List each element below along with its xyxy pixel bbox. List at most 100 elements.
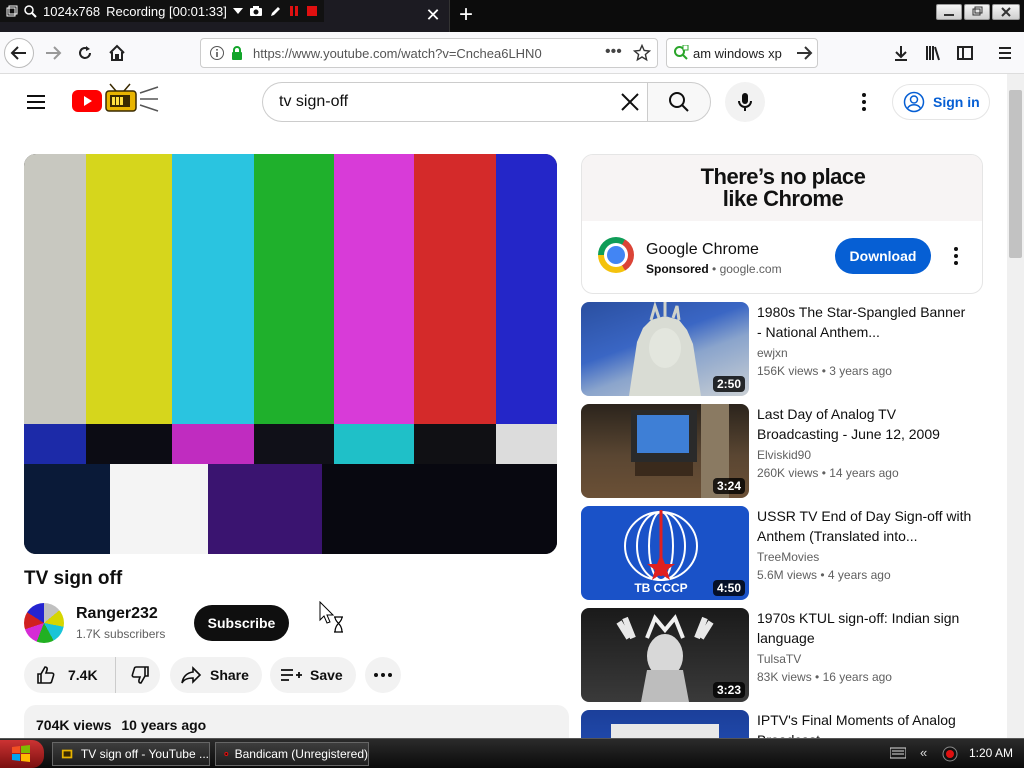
like-button[interactable]: 7.4K xyxy=(24,657,116,693)
back-icon xyxy=(10,46,26,60)
mouse-cursor xyxy=(318,601,344,633)
sign-in-button[interactable]: Sign in xyxy=(892,84,990,120)
taskbar-window-firefox[interactable]: TV sign off - YouTube ... xyxy=(52,742,210,766)
view-count: 704K views xyxy=(36,717,112,733)
recommendation-item[interactable]: IPTV's Final Moments of Analog Broadcast xyxy=(581,710,983,738)
hamburger-menu-button[interactable] xyxy=(24,90,48,114)
clear-search-icon[interactable] xyxy=(619,91,641,113)
recording-tray-icon[interactable] xyxy=(942,746,958,762)
recommendation-title[interactable]: USSR TV End of Day Sign-off with Anthem … xyxy=(757,506,972,546)
restore-button[interactable] xyxy=(964,4,990,20)
browser-search-field[interactable]: am windows xp xyxy=(666,38,818,68)
downloads-button[interactable] xyxy=(886,38,916,68)
info-icon[interactable] xyxy=(209,45,225,61)
sidebar-button[interactable] xyxy=(950,38,980,68)
recommendation-item[interactable]: 3:24 Last Day of Analog TV Broadcasting … xyxy=(581,404,983,500)
video-thumbnail[interactable]: ТВ СССР 4:50 xyxy=(581,506,749,600)
window-close-button[interactable] xyxy=(992,4,1020,20)
youtube-logo[interactable] xyxy=(72,90,102,112)
forward-icon xyxy=(46,46,62,60)
app-menu-button[interactable] xyxy=(990,38,1020,68)
tray-expand-icon[interactable]: « xyxy=(920,745,927,760)
add-to-playlist-icon xyxy=(281,669,302,681)
channel-avatar[interactable] xyxy=(24,603,64,643)
recommendation-title[interactable]: 1970s KTUL sign-off: Indian sign languag… xyxy=(757,608,972,648)
start-button[interactable] xyxy=(0,740,44,768)
search-engine-icon xyxy=(674,45,689,60)
new-tab-icon[interactable]: + xyxy=(454,3,478,28)
video-thumbnail[interactable]: 3:24 xyxy=(581,404,749,498)
video-thumbnail[interactable] xyxy=(581,710,749,738)
recommendation-title[interactable]: IPTV's Final Moments of Analog Broadcast xyxy=(757,710,972,738)
back-button[interactable] xyxy=(4,38,34,68)
system-clock[interactable]: 1:20 AM xyxy=(969,746,1013,760)
recommendation-stats: 260K views • 14 years ago xyxy=(757,466,899,480)
library-button[interactable] xyxy=(918,38,948,68)
sponsored-ad-card[interactable]: There’s no place like Chrome Google Chro… xyxy=(581,154,983,294)
camera-icon[interactable] xyxy=(249,5,263,17)
channel-name[interactable]: Ranger232 xyxy=(76,605,158,623)
page-scrollbar[interactable] xyxy=(1007,74,1024,738)
dropdown-arrow-icon[interactable] xyxy=(232,7,243,15)
forward-button[interactable] xyxy=(38,38,68,68)
recommendation-channel[interactable]: Elviskid90 xyxy=(757,448,811,462)
share-button[interactable]: Share xyxy=(170,657,262,693)
ad-download-button[interactable]: Download xyxy=(835,238,931,274)
recommendation-title[interactable]: 1980s The Star-Spangled Banner - Nationa… xyxy=(757,302,972,342)
ad-advertiser-name[interactable]: Google Chrome xyxy=(646,241,759,259)
recommendation-views: 260K views xyxy=(757,466,819,480)
go-arrow-icon[interactable] xyxy=(795,44,813,62)
youtube-search-button[interactable] xyxy=(647,82,711,122)
recommendation-channel[interactable]: TreeMovies xyxy=(757,550,819,564)
ad-banner[interactable]: There’s no place like Chrome xyxy=(582,155,982,221)
stop-icon[interactable] xyxy=(306,5,318,17)
svg-text:ТВ СССР: ТВ СССР xyxy=(634,581,687,595)
color-bars-bottom xyxy=(24,464,557,554)
video-thumbnail[interactable]: 3:23 xyxy=(581,608,749,702)
youtube-search-input[interactable]: tv sign-off xyxy=(262,82,648,122)
tab-close-icon[interactable]: ✕ xyxy=(424,6,442,24)
windows-logo-icon xyxy=(12,745,30,762)
recommendation-views: 5.6M views xyxy=(757,568,818,582)
pause-icon[interactable] xyxy=(288,5,300,17)
scrollbar-thumb[interactable] xyxy=(1009,90,1022,258)
pencil-icon[interactable] xyxy=(269,5,282,18)
chrome-logo-icon xyxy=(598,237,634,273)
doodle-tv-logo[interactable] xyxy=(104,83,160,115)
magnifier-icon xyxy=(24,4,37,18)
subscribe-button[interactable]: Subscribe xyxy=(194,605,289,641)
dislike-button[interactable] xyxy=(120,657,160,693)
recommendation-item[interactable]: 2:50 1980s The Star-Spangled Banner - Na… xyxy=(581,302,983,398)
minimize-button[interactable] xyxy=(936,4,962,20)
vertical-dots-icon xyxy=(954,247,958,265)
video-thumbnail[interactable]: 2:50 xyxy=(581,302,749,396)
save-button[interactable]: Save xyxy=(270,657,356,693)
settings-more-button[interactable] xyxy=(855,90,873,114)
recommendation-age: 14 years ago xyxy=(829,466,899,480)
horizontal-dots-icon xyxy=(374,673,392,677)
recommendation-item[interactable]: 3:23 1970s KTUL sign-off: Indian sign la… xyxy=(581,608,983,704)
lock-icon[interactable] xyxy=(229,45,245,61)
recommendation-title[interactable]: Last Day of Analog TV Broadcasting - Jun… xyxy=(757,404,972,444)
bookmark-star-icon[interactable] xyxy=(633,44,651,62)
recommendation-channel[interactable]: ewjxn xyxy=(757,346,788,360)
ad-menu-button[interactable] xyxy=(944,241,968,271)
ad-meta: Sponsored • google.com xyxy=(646,262,782,276)
video-player[interactable] xyxy=(24,154,557,554)
recommendation-channel[interactable]: TulsaTV xyxy=(757,652,801,666)
duration-badge: 4:50 xyxy=(712,580,745,596)
url-bar[interactable]: https://www.youtube.com/watch?v=Cnchea6L… xyxy=(200,38,658,68)
home-button[interactable] xyxy=(102,38,132,68)
recommendation-item[interactable]: ТВ СССР 4:50 USSR TV End of Day Sign-off… xyxy=(581,506,983,602)
like-count: 7.4K xyxy=(68,667,98,683)
ad-headline-line2: like Chrome xyxy=(722,186,844,211)
taskbar-window-bandicam[interactable]: Bandicam (Unregistered) xyxy=(215,742,369,766)
voice-search-button[interactable] xyxy=(725,82,765,122)
more-actions-button[interactable] xyxy=(365,657,401,693)
library-icon xyxy=(926,46,940,61)
recommendation-views: 156K views xyxy=(757,364,819,378)
reload-button[interactable] xyxy=(70,38,100,68)
keyboard-tray-icon[interactable] xyxy=(890,747,906,759)
meta-separator: • xyxy=(712,262,720,276)
page-actions-icon[interactable]: ••• xyxy=(605,43,622,61)
